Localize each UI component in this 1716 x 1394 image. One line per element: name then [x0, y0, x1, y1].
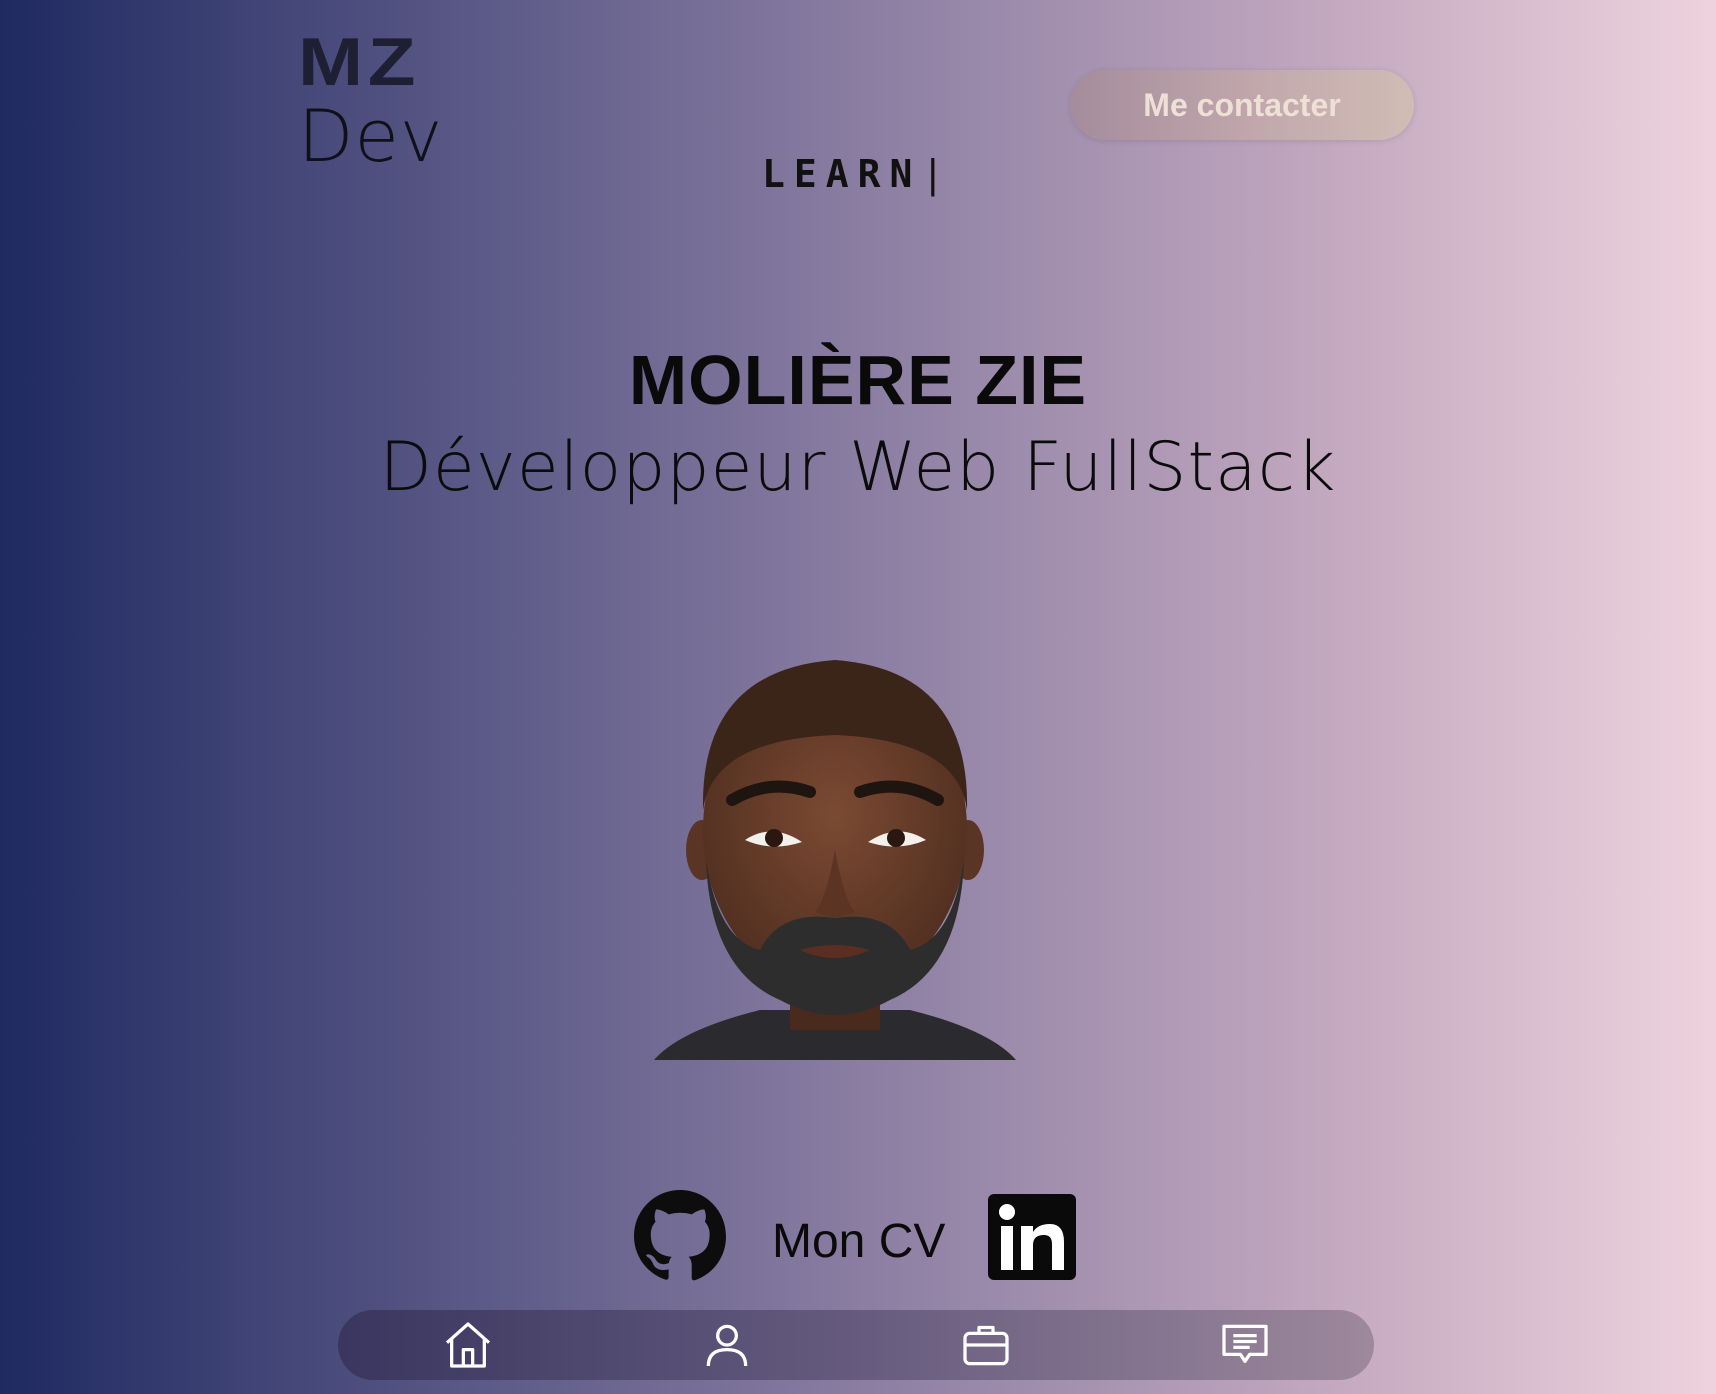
home-icon [445, 1322, 490, 1368]
briefcase-icon [962, 1325, 1009, 1366]
hero-role: Développeur Web FullStack [379, 428, 1337, 507]
social-links: Mon CV [0, 1188, 1716, 1288]
nav-home[interactable] [433, 1313, 503, 1377]
nav-contact[interactable] [1210, 1313, 1280, 1377]
avatar [654, 660, 1016, 1060]
bottom-nav [338, 1310, 1374, 1380]
user-icon [706, 1324, 747, 1367]
typing-cursor: | [921, 152, 945, 196]
linkedin-icon[interactable] [988, 1194, 1076, 1280]
nav-about[interactable] [692, 1313, 762, 1377]
nav-portfolio[interactable] [951, 1313, 1021, 1377]
site-logo[interactable]: MZ Dev [298, 28, 443, 172]
typing-word: LEARN [762, 152, 922, 196]
typing-text: LEARN| [762, 152, 944, 196]
message-icon [1221, 1324, 1268, 1363]
contact-button[interactable]: Me contacter [1070, 70, 1414, 140]
logo-dev: Dev [298, 94, 444, 178]
cv-link[interactable]: Mon CV [772, 1214, 945, 1269]
hero-name: MOLIÈRE ZIE [628, 341, 1088, 419]
logo-mz: MZ [298, 24, 421, 100]
github-icon[interactable] [632, 1188, 728, 1284]
